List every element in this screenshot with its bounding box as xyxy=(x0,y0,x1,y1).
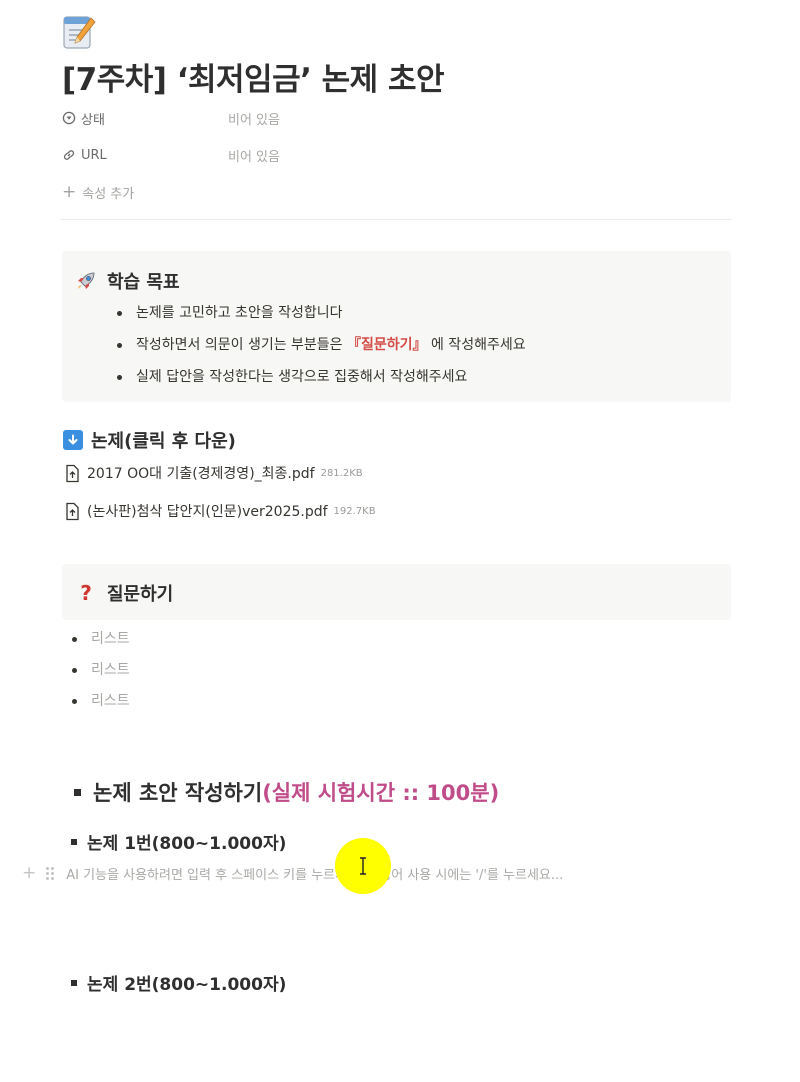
list-item-text: 작성하면서 의문이 생기는 부분들은 xyxy=(136,337,347,353)
list-item[interactable]: 리스트 xyxy=(72,686,130,717)
square-bullet-icon xyxy=(71,979,77,986)
property-status-value[interactable]: 비어 있음 xyxy=(228,109,280,128)
add-property-button[interactable]: + 속성 추가 xyxy=(62,180,134,204)
questions-title: 질문하기 xyxy=(107,584,174,605)
file-attachment[interactable]: 2017 OO대 기출(경제경영)_최종.pdf 281.2KB xyxy=(64,463,363,483)
list-item-text: 에 작성해주세요 xyxy=(426,337,526,353)
property-url-label: URL xyxy=(81,147,107,163)
file-upload-icon xyxy=(66,502,79,520)
topic-1-heading[interactable]: 논제 1번(800~1.000자) xyxy=(71,829,286,854)
add-block-icon[interactable]: + xyxy=(22,863,36,883)
learning-goals-list: 논제를 고민하고 초안을 작성합니다 작성하면서 의문이 생기는 부분들은 『질… xyxy=(117,297,526,393)
list-item[interactable]: 작성하면서 의문이 생기는 부분들은 『질문하기』 에 작성해주세요 xyxy=(117,329,526,361)
file-name: (논사판)첨삭 답안지(인문)ver2025.pdf xyxy=(87,504,328,520)
question-mark-icon: ? xyxy=(80,581,92,605)
memo-icon[interactable] xyxy=(62,14,96,50)
file-size: 281.2KB xyxy=(320,467,363,479)
link-icon xyxy=(63,150,75,160)
square-bullet-icon xyxy=(74,788,81,796)
file-name: 2017 OO대 기출(경제경영)_최종.pdf xyxy=(87,466,315,482)
property-url-row[interactable]: URL 비어 있음 xyxy=(62,143,732,167)
topic-heading[interactable]: 논제(클릭 후 다운) xyxy=(63,427,236,453)
rocket-icon xyxy=(75,270,97,292)
exam-time-note: (실제 시험시간 :: 100분) xyxy=(262,781,500,805)
page-title[interactable]: [7주차] ‘최저임금’ 논제 초안 xyxy=(62,54,445,99)
square-bullet-icon xyxy=(71,838,77,845)
cursor-highlight xyxy=(335,838,391,894)
file-size: 192.7KB xyxy=(333,505,376,517)
divider xyxy=(60,219,732,220)
topic-2-title: 논제 2번(800~1.000자) xyxy=(87,975,287,995)
property-status-label: 상태 xyxy=(81,112,105,128)
list-item[interactable]: 리스트 xyxy=(72,624,130,655)
topic-title: 논제(클릭 후 다운) xyxy=(91,431,236,452)
topic-2-heading[interactable]: 논제 2번(800~1.000자) xyxy=(71,970,286,995)
add-property-label: 속성 추가 xyxy=(82,186,135,202)
text-cursor-icon xyxy=(360,857,366,875)
draft-heading[interactable]: 논제 초안 작성하기 (실제 시험시간 :: 100분) xyxy=(74,777,499,807)
editor-placeholder[interactable]: AI 기능을 사용하려면 입력 후 스페이스 키를 누르세요. 명령어 사용 시… xyxy=(66,864,563,883)
list-item[interactable]: 논제를 고민하고 초안을 작성합니다 xyxy=(117,297,526,329)
property-url-value[interactable]: 비어 있음 xyxy=(228,146,280,165)
plus-icon: + xyxy=(62,182,77,202)
question-highlight: 『질문하기』 xyxy=(347,337,427,353)
editor-block[interactable]: + AI 기능을 사용하려면 입력 후 스페이스 키를 누르세요. 명령어 사용… xyxy=(22,862,563,884)
file-attachment[interactable]: (논사판)첨삭 답안지(인문)ver2025.pdf 192.7KB xyxy=(64,501,376,521)
down-arrow-icon xyxy=(63,430,83,450)
learning-goals-title: 학습 목표 xyxy=(107,272,180,293)
status-icon xyxy=(62,111,76,125)
topic-1-title: 논제 1번(800~1.000자) xyxy=(87,834,287,854)
drag-handle-icon[interactable] xyxy=(46,866,55,880)
file-upload-icon xyxy=(66,464,79,482)
draft-title: 논제 초안 작성하기 xyxy=(93,781,263,805)
questions-callout[interactable]: ? 질문하기 xyxy=(62,564,731,620)
questions-list: 리스트 리스트 리스트 xyxy=(72,624,130,717)
list-item[interactable]: 실제 답안을 작성한다는 생각으로 집중해서 작성해주세요 xyxy=(117,361,526,393)
list-item[interactable]: 리스트 xyxy=(72,655,130,686)
property-status-row[interactable]: 상태 비어 있음 xyxy=(62,106,732,130)
